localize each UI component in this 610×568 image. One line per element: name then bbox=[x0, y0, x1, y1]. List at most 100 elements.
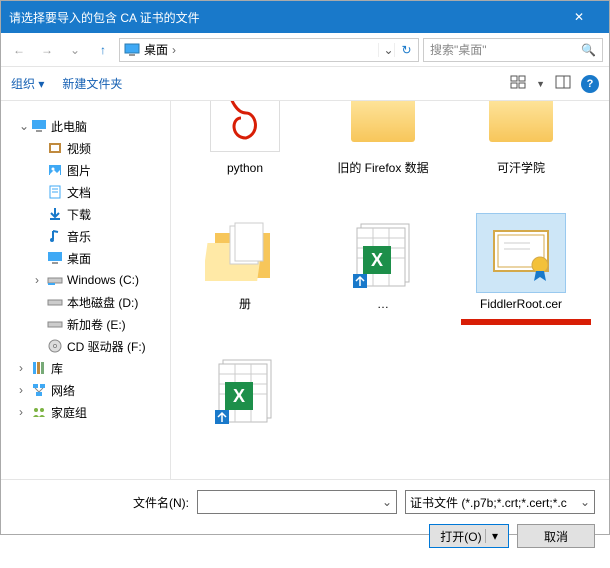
new-folder-button[interactable]: 新建文件夹 bbox=[62, 75, 122, 92]
homegroup-icon bbox=[31, 404, 47, 420]
tree-label: 文档 bbox=[67, 184, 91, 201]
refresh-button[interactable]: ↻ bbox=[394, 43, 414, 57]
music-icon bbox=[47, 228, 63, 244]
video-icon bbox=[47, 140, 63, 156]
address-box[interactable]: 桌面 › ⌄ ↻ bbox=[119, 38, 419, 62]
dialog-footer: 文件名(N): ⌄ 证书文件 (*.p7b;*.crt;*.cert;*.c⌄ … bbox=[1, 479, 609, 568]
tree-label: CD 驱动器 (F:) bbox=[67, 338, 146, 355]
tree-drive-f[interactable]: CD 驱动器 (F:) bbox=[1, 335, 170, 357]
file-label: … bbox=[377, 297, 389, 313]
tree-downloads[interactable]: 下载 bbox=[1, 203, 170, 225]
tree-drive-d[interactable]: 本地磁盘 (D:) bbox=[1, 291, 170, 313]
excel-icon: X bbox=[343, 218, 423, 288]
filetype-filter[interactable]: 证书文件 (*.p7b;*.crt;*.cert;*.c ⌄ bbox=[405, 490, 595, 514]
navigation-tree[interactable]: ⌄此电脑 视频 图片 文档 下载 音乐 桌面 ›Windows (C:) 本地磁… bbox=[1, 101, 171, 479]
help-icon: ? bbox=[587, 78, 594, 90]
folder-icon bbox=[489, 101, 553, 142]
tree-label: 下载 bbox=[67, 206, 91, 223]
titlebar: 请选择要导入的包含 CA 证书的文件 ✕ bbox=[1, 1, 609, 33]
back-icon: ← bbox=[13, 43, 25, 57]
down-icon: ⌄ bbox=[70, 43, 80, 57]
certificate-icon bbox=[486, 223, 556, 283]
view-icon bbox=[510, 74, 526, 90]
libraries-icon bbox=[31, 360, 47, 376]
cancel-button[interactable]: 取消 bbox=[517, 524, 595, 548]
help-button[interactable]: ? bbox=[581, 75, 599, 93]
close-button[interactable]: ✕ bbox=[557, 1, 601, 33]
folder-item[interactable]: python bbox=[185, 101, 305, 207]
toolbar: 组织 ▾ 新建文件夹 ▼ ? bbox=[1, 67, 609, 101]
preview-pane-button[interactable] bbox=[555, 74, 571, 93]
breadcrumb-item[interactable]: 桌面 bbox=[144, 41, 168, 58]
tree-drive-c[interactable]: ›Windows (C:) bbox=[1, 269, 170, 291]
search-icon: 🔍 bbox=[581, 43, 596, 57]
nav-back-button[interactable]: ← bbox=[7, 38, 31, 62]
chevron-down-icon: ▾ bbox=[485, 529, 498, 543]
window-title: 请选择要导入的包含 CA 证书的文件 bbox=[9, 9, 557, 26]
folder-open-icon bbox=[205, 218, 285, 288]
chevron-down-icon: ⌄ bbox=[580, 495, 590, 509]
documents-icon bbox=[47, 184, 63, 200]
tree-pictures[interactable]: 图片 bbox=[1, 159, 170, 181]
tree-label: 图片 bbox=[67, 162, 91, 179]
svg-text:X: X bbox=[371, 250, 383, 270]
chevron-down-icon: ⌄ bbox=[382, 495, 392, 509]
up-icon: ↑ bbox=[100, 43, 106, 57]
file-label: 可汗学院 bbox=[497, 161, 545, 177]
file-label: 旧的 Firefox 数据 bbox=[337, 161, 428, 177]
tree-documents[interactable]: 文档 bbox=[1, 181, 170, 203]
tree-homegroup[interactable]: ›家庭组 bbox=[1, 401, 170, 423]
search-input[interactable]: 搜索"桌面" 🔍 bbox=[423, 38, 603, 62]
folder-item[interactable]: 可汗学院 bbox=[461, 101, 581, 207]
file-item[interactable]: X … bbox=[323, 213, 443, 343]
monitor-icon bbox=[124, 42, 140, 58]
tree-label: 本地磁盘 (D:) bbox=[67, 294, 138, 311]
nav-recent-button[interactable]: ⌄ bbox=[63, 38, 87, 62]
search-placeholder: 搜索"桌面" bbox=[430, 41, 487, 58]
view-options-button[interactable] bbox=[510, 74, 526, 93]
tree-label: 网络 bbox=[51, 382, 75, 399]
tree-desktop[interactable]: 桌面 bbox=[1, 247, 170, 269]
drive-icon bbox=[47, 316, 63, 332]
tree-label: 桌面 bbox=[67, 250, 91, 267]
filter-text: 证书文件 (*.p7b;*.crt;*.cert;*.c bbox=[410, 494, 567, 511]
tree-label: 此电脑 bbox=[51, 118, 87, 135]
filename-label: 文件名(N): bbox=[133, 494, 189, 511]
nav-up-button[interactable]: ↑ bbox=[91, 38, 115, 62]
tree-libraries[interactable]: ›库 bbox=[1, 357, 170, 379]
tree-network[interactable]: ›网络 bbox=[1, 379, 170, 401]
pictures-icon bbox=[47, 162, 63, 178]
chevron-icon: › bbox=[172, 43, 176, 57]
folder-item[interactable]: 册 bbox=[185, 213, 305, 343]
nav-forward-button[interactable]: → bbox=[35, 38, 59, 62]
file-label: python bbox=[227, 161, 263, 177]
file-label: 册 bbox=[239, 297, 251, 313]
dialog-body: ⌄此电脑 视频 图片 文档 下载 音乐 桌面 ›Windows (C:) 本地磁… bbox=[1, 101, 609, 479]
forward-icon: → bbox=[41, 43, 53, 57]
folder-item[interactable]: 旧的 Firefox 数据 bbox=[323, 101, 443, 207]
address-dropdown-button[interactable]: ⌄ bbox=[378, 43, 394, 57]
tree-drive-e[interactable]: 新加卷 (E:) bbox=[1, 313, 170, 335]
drive-icon bbox=[47, 294, 63, 310]
button-label: 打开(O) bbox=[440, 528, 481, 545]
excel-icon: X bbox=[205, 354, 285, 424]
tree-label: 视频 bbox=[67, 140, 91, 157]
address-bar: ← → ⌄ ↑ 桌面 › ⌄ ↻ 搜索"桌面" 🔍 bbox=[1, 33, 609, 67]
down-icon: ▼ bbox=[536, 79, 545, 89]
file-list[interactable]: python 旧的 Firefox 数据 可汗学院 册 X … FiddlerR… bbox=[171, 101, 609, 479]
file-label: FiddlerRoot.cer bbox=[480, 297, 562, 313]
tree-label: 家庭组 bbox=[51, 404, 87, 421]
open-button[interactable]: 打开(O) ▾ bbox=[429, 524, 509, 548]
tree-this-pc[interactable]: ⌄此电脑 bbox=[1, 115, 170, 137]
filename-input[interactable]: ⌄ bbox=[197, 490, 397, 514]
file-item[interactable]: X bbox=[185, 349, 305, 479]
button-label: 取消 bbox=[544, 528, 568, 545]
tree-music[interactable]: 音乐 bbox=[1, 225, 170, 247]
tree-video[interactable]: 视频 bbox=[1, 137, 170, 159]
organize-menu[interactable]: 组织 ▾ bbox=[11, 75, 44, 92]
selection-underline bbox=[461, 319, 591, 325]
tree-label: 音乐 bbox=[67, 228, 91, 245]
network-icon bbox=[31, 382, 47, 398]
desktop-icon bbox=[47, 250, 63, 266]
tree-label: Windows (C:) bbox=[67, 273, 139, 287]
